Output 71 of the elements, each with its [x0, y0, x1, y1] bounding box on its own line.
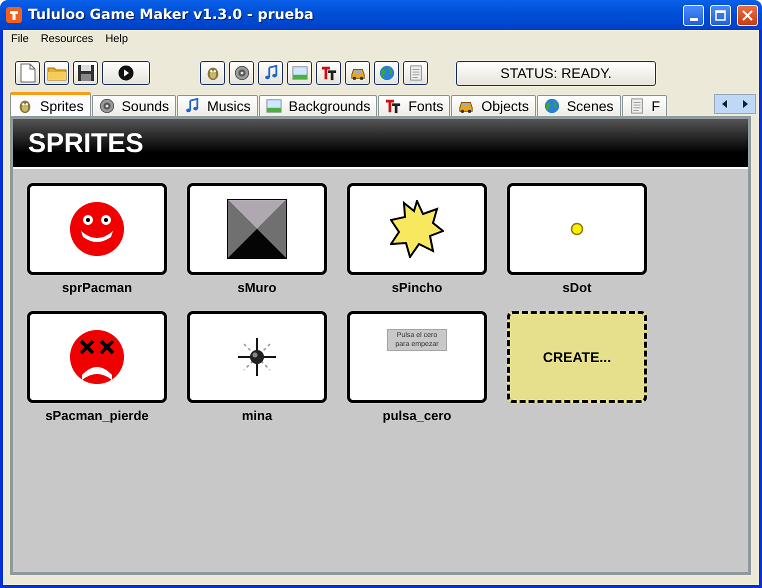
tab[interactable]: F: [622, 95, 668, 116]
tab[interactable]: Musics: [177, 95, 258, 116]
blank-page-icon: [20, 63, 36, 83]
sad-face-icon: [69, 329, 125, 385]
sprite-name: sPacman_pierde: [45, 408, 149, 424]
font-button[interactable]: [316, 61, 341, 85]
script-button[interactable]: [403, 61, 428, 85]
document-icon: [628, 98, 645, 114]
dot-icon: [570, 222, 584, 236]
menu-item[interactable]: Help: [99, 33, 134, 45]
scene-button[interactable]: [374, 61, 399, 85]
sprite-thumbnail[interactable]: [347, 183, 487, 275]
menu-item[interactable]: Resources: [34, 33, 100, 45]
landscape-icon: [266, 98, 282, 114]
sprite-button[interactable]: [200, 61, 225, 85]
tab[interactable]: Objects: [451, 95, 536, 116]
play-icon: [118, 65, 134, 81]
maximize-icon: [715, 10, 726, 20]
sprite-name: sDot: [562, 280, 592, 296]
tab[interactable]: Backgrounds: [258, 95, 378, 116]
globe-icon: [544, 98, 560, 114]
sound-button[interactable]: [229, 61, 254, 85]
create-button[interactable]: CREATE...: [507, 311, 647, 403]
menu-item[interactable]: File: [5, 33, 35, 45]
maximize-button[interactable]: [710, 4, 731, 26]
smiley-face-icon: [69, 201, 125, 257]
document-icon: [408, 65, 424, 81]
status-display: STATUS: READY.: [456, 60, 656, 86]
font-icon: [320, 65, 336, 81]
bird-icon: [17, 98, 33, 114]
new-button[interactable]: [15, 61, 40, 85]
object-button[interactable]: [345, 61, 370, 85]
sprite-name: sprPacman: [62, 280, 132, 296]
font-icon: [385, 98, 402, 114]
save-button[interactable]: [73, 61, 98, 85]
speaker-icon: [98, 98, 115, 114]
sprite-thumbnail[interactable]: [507, 183, 647, 275]
close-button[interactable]: [737, 4, 758, 26]
wall-block-icon: [226, 198, 288, 260]
background-button[interactable]: [287, 61, 312, 85]
music-note-icon: [262, 65, 278, 81]
close-icon: [742, 10, 753, 20]
music-button[interactable]: [258, 61, 283, 85]
app-logo-icon: [6, 7, 22, 23]
spiky-star-icon: [390, 200, 444, 258]
mine-icon: [236, 336, 278, 378]
landscape-icon: [292, 65, 308, 81]
panel-heading: SPRITES: [28, 128, 144, 158]
tab[interactable]: Sounds: [92, 95, 176, 116]
sprite-name: sPincho: [392, 280, 442, 296]
globe-icon: [378, 65, 394, 81]
sprite-thumbnail[interactable]: [27, 183, 167, 275]
minimize-button[interactable]: [683, 4, 704, 26]
bird-icon: [204, 65, 220, 81]
sprite-thumbnail[interactable]: [187, 183, 327, 275]
sprite-name: pulsa_cero: [382, 408, 452, 424]
folder-icon: [46, 65, 66, 81]
window-title: Tululoo Game Maker v1.3.0 - prueba: [28, 7, 315, 23]
open-button[interactable]: [44, 61, 69, 85]
sprite-name: sMuro: [238, 280, 276, 296]
speaker-icon: [234, 65, 250, 81]
tab[interactable]: Scenes: [536, 95, 621, 116]
music-note-icon: [184, 98, 200, 114]
sprite-thumbnail[interactable]: [27, 311, 167, 403]
tab[interactable]: Fonts: [378, 95, 450, 116]
play-button[interactable]: [102, 61, 150, 85]
tab[interactable]: Sprites: [10, 92, 91, 116]
tab-scroll-arrows[interactable]: [714, 94, 756, 114]
sprite-name: mina: [242, 408, 272, 424]
sprite-thumbnail[interactable]: [187, 311, 327, 403]
minimize-icon: [690, 18, 698, 20]
